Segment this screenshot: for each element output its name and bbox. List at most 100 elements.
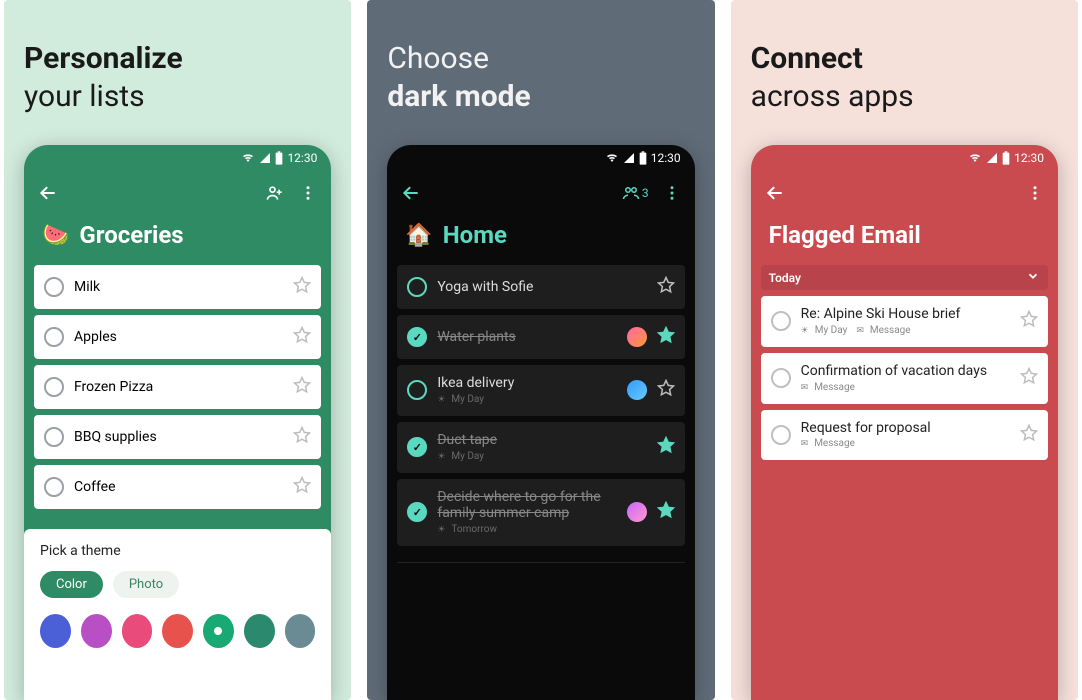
phone-mock-flagged: 12:30 Flagged Email Today Re: Alpine Ski… <box>751 145 1058 700</box>
star-icon[interactable] <box>293 276 311 298</box>
star-icon[interactable] <box>293 326 311 348</box>
star-icon[interactable] <box>657 379 675 401</box>
list-title: 🍉 Groceries <box>24 215 331 265</box>
back-icon[interactable] <box>38 183 58 203</box>
list-title: Flagged Email <box>751 215 1058 265</box>
task-meta: My Day <box>437 451 646 463</box>
phone-mock-home: 12:30 3 🏠 Home Yoga with Sofie Water pla… <box>387 145 694 700</box>
app-bar: 3 <box>387 171 694 215</box>
checkbox-icon[interactable] <box>771 311 791 331</box>
star-icon[interactable] <box>657 326 675 348</box>
task-title: Yoga with Sofie <box>437 279 646 296</box>
wifi-icon <box>605 152 619 164</box>
battery-icon <box>639 151 647 165</box>
share-count: 3 <box>642 186 649 200</box>
task-row[interactable]: Decide where to go for the family summer… <box>397 479 684 547</box>
tab-photo[interactable]: Photo <box>113 571 179 598</box>
more-icon[interactable] <box>299 184 317 202</box>
color-swatch[interactable] <box>81 614 112 648</box>
star-icon[interactable] <box>657 436 675 458</box>
battery-icon <box>275 151 283 165</box>
task-row[interactable]: Frozen Pizza <box>34 365 321 409</box>
checkbox-icon[interactable] <box>407 277 427 297</box>
battery-icon <box>1002 151 1010 165</box>
task-list: Yoga with Sofie Water plants Ikea delive… <box>387 265 694 546</box>
status-bar: 12:30 <box>387 145 694 171</box>
task-title: Ikea delivery <box>437 375 616 392</box>
star-icon[interactable] <box>293 476 311 498</box>
checkbox-icon[interactable] <box>407 380 427 400</box>
star-icon[interactable] <box>293 426 311 448</box>
task-row[interactable]: Coffee <box>34 465 321 509</box>
star-icon[interactable] <box>657 501 675 523</box>
task-row[interactable]: Duct tape My Day <box>397 422 684 473</box>
chevron-down-icon <box>1026 269 1040 286</box>
theme-picker-title: Pick a theme <box>40 543 315 559</box>
task-title: BBQ supplies <box>74 429 283 446</box>
assignee-avatar <box>627 502 647 522</box>
section-header-today[interactable]: Today <box>761 265 1048 290</box>
checkbox-icon[interactable] <box>407 437 427 457</box>
color-swatch[interactable] <box>244 614 275 648</box>
task-meta: My Day Message <box>801 325 1010 337</box>
task-meta: My Day <box>437 394 616 406</box>
color-swatch[interactable] <box>285 614 316 648</box>
task-row[interactable]: Ikea delivery My Day <box>397 365 684 416</box>
star-icon[interactable] <box>1020 310 1038 332</box>
color-swatch[interactable] <box>122 614 153 648</box>
star-icon[interactable] <box>293 376 311 398</box>
task-title: Request for proposal <box>801 420 1010 437</box>
more-icon[interactable] <box>1026 184 1044 202</box>
list-title: 🏠 Home <box>387 215 694 265</box>
task-title: Milk <box>74 279 283 296</box>
status-bar: 12:30 <box>751 145 1058 171</box>
wifi-icon <box>241 152 255 164</box>
promo-panel-darkmode: Choosedark mode 12:30 3 🏠 Home Yoga with… <box>367 0 714 700</box>
clock: 12:30 <box>1014 151 1044 165</box>
checkbox-icon[interactable] <box>44 277 64 297</box>
clock: 12:30 <box>651 151 681 165</box>
task-list: Milk Apples Frozen Pizza BBQ supplies Co… <box>24 265 331 509</box>
color-swatch[interactable] <box>40 614 71 648</box>
checkbox-icon[interactable] <box>44 377 64 397</box>
promo-panel-personalize: Personalizeyour lists 12:30 🍉 Groceries … <box>4 0 351 700</box>
section-label: Today <box>769 271 801 285</box>
star-icon[interactable] <box>1020 424 1038 446</box>
back-icon[interactable] <box>765 183 785 203</box>
star-icon[interactable] <box>657 276 675 298</box>
task-row[interactable]: Milk <box>34 265 321 309</box>
color-swatches <box>40 614 315 648</box>
back-icon[interactable] <box>401 183 421 203</box>
checkbox-icon[interactable] <box>407 502 427 522</box>
task-row[interactable]: Yoga with Sofie <box>397 265 684 309</box>
headline: Connectacross apps <box>751 40 1058 115</box>
checkbox-icon[interactable] <box>44 427 64 447</box>
task-title: Coffee <box>74 479 283 496</box>
task-meta: Message <box>801 382 1010 394</box>
task-row[interactable]: BBQ supplies <box>34 415 321 459</box>
checkbox-icon[interactable] <box>44 327 64 347</box>
share-icon[interactable] <box>265 183 285 203</box>
star-icon[interactable] <box>1020 367 1038 389</box>
more-icon[interactable] <box>663 184 681 202</box>
signal-icon <box>986 152 998 164</box>
wifi-icon <box>968 152 982 164</box>
task-title: Duct tape <box>437 432 646 449</box>
color-swatch[interactable] <box>203 614 234 648</box>
checkbox-icon[interactable] <box>771 368 791 388</box>
color-swatch[interactable] <box>162 614 193 648</box>
share-icon[interactable]: 3 <box>622 184 649 202</box>
headline: Choosedark mode <box>387 40 694 115</box>
task-row[interactable]: Request for proposal Message <box>761 410 1048 461</box>
task-row[interactable]: Confirmation of vacation days Message <box>761 353 1048 404</box>
task-row[interactable]: Apples <box>34 315 321 359</box>
checkbox-icon[interactable] <box>44 477 64 497</box>
task-row[interactable]: Water plants <box>397 315 684 359</box>
theme-tabs: Color Photo <box>40 571 315 598</box>
checkbox-icon[interactable] <box>407 327 427 347</box>
task-row[interactable]: Re: Alpine Ski House brief My Day Messag… <box>761 296 1048 347</box>
tab-color[interactable]: Color <box>40 571 103 598</box>
checkbox-icon[interactable] <box>771 425 791 445</box>
divider <box>397 562 684 563</box>
promo-panel-connect: Connectacross apps 12:30 Flagged Email T… <box>731 0 1078 700</box>
